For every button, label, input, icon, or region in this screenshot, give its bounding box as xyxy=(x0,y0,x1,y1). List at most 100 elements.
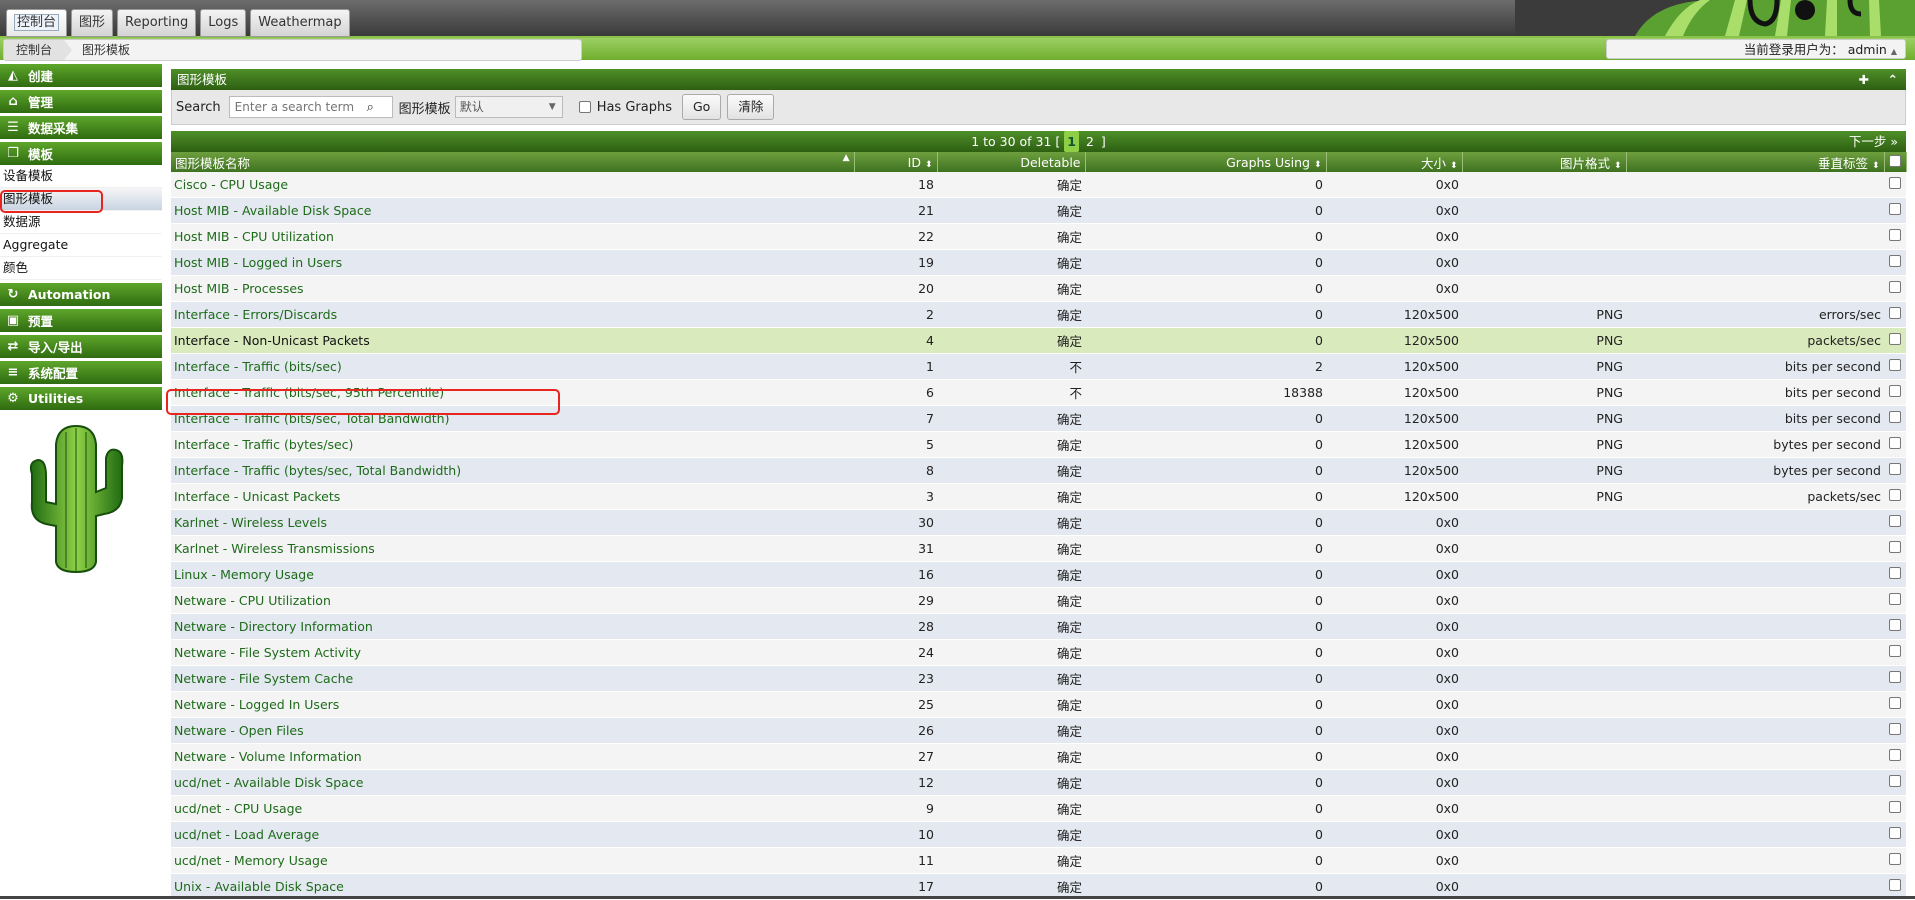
has-graphs-checkbox[interactable] xyxy=(578,101,591,113)
template-name-link[interactable]: Host MIB - Available Disk Space xyxy=(171,197,854,224)
row-select-checkbox[interactable] xyxy=(1884,561,1906,588)
tab-reporting[interactable]: Reporting xyxy=(117,9,197,37)
col-header-id[interactable]: ID ⬍ xyxy=(854,152,938,172)
checkbox-icon[interactable] xyxy=(1889,697,1901,709)
checkbox-icon[interactable] xyxy=(1889,411,1901,423)
table-row[interactable]: Interface - Traffic (bits/sec, 95th Perc… xyxy=(171,379,1906,406)
checkbox-icon[interactable] xyxy=(1889,541,1901,553)
add-icon[interactable]: ✚ xyxy=(1859,72,1869,87)
table-row[interactable]: Host MIB - Processes 20 确定 0 0x0 xyxy=(171,275,1906,302)
table-row[interactable]: Netware - CPU Utilization 29 确定 0 0x0 xyxy=(171,587,1906,614)
template-name-link[interactable]: Netware - Volume Information xyxy=(171,743,854,770)
sidebar-section-data-collection[interactable]: ☰ 数据采集 xyxy=(0,116,162,139)
sidebar-item-aggregate[interactable]: Aggregate xyxy=(0,234,162,257)
search-icon[interactable]: ⌕ xyxy=(367,100,374,115)
tab-weathermap[interactable]: Weathermap xyxy=(250,9,350,37)
table-row[interactable]: Interface - Traffic (bits/sec) 1 不 2 120x500… xyxy=(171,353,1906,380)
template-name-link[interactable]: Netware - Logged In Users xyxy=(171,691,854,718)
row-select-checkbox[interactable] xyxy=(1884,717,1906,744)
row-select-checkbox[interactable] xyxy=(1884,587,1906,614)
template-name-link[interactable]: ucd/net - Load Average xyxy=(171,821,854,848)
row-select-checkbox[interactable] xyxy=(1884,613,1906,640)
template-name-link[interactable]: Karlnet - Wireless Transmissions xyxy=(171,535,854,562)
table-row[interactable]: Netware - File System Activity 24 确定 0 0x0 xyxy=(171,639,1906,666)
row-select-checkbox[interactable] xyxy=(1884,431,1906,458)
checkbox-icon[interactable] xyxy=(1889,723,1901,735)
checkbox-icon[interactable] xyxy=(1889,333,1901,345)
table-row[interactable]: Host MIB - Logged in Users 19 确定 0 0x0 xyxy=(171,249,1906,276)
sidebar-section-templates[interactable]: ❐ 模板 xyxy=(0,142,162,165)
table-row[interactable]: Host MIB - Available Disk Space 21 确定 0 0x0 xyxy=(171,197,1906,224)
tab-graphs[interactable]: 图形 xyxy=(71,9,114,37)
table-row[interactable]: Cisco - CPU Usage 18 确定 0 0x0 xyxy=(171,172,1906,198)
table-row[interactable]: Netware - Open Files 26 确定 0 0x0 xyxy=(171,717,1906,744)
sidebar-section-automation[interactable]: ↻ Automation xyxy=(0,283,162,306)
row-select-checkbox[interactable] xyxy=(1884,509,1906,536)
page-2-link[interactable]: 2 xyxy=(1083,131,1097,152)
row-select-checkbox[interactable] xyxy=(1884,249,1906,276)
template-name-link[interactable]: ucd/net - Memory Usage xyxy=(171,847,854,874)
template-name-link[interactable]: Netware - CPU Utilization xyxy=(171,587,854,614)
sidebar-item-data-sources[interactable]: 数据源 xyxy=(0,211,162,234)
template-name-link[interactable]: ucd/net - CPU Usage xyxy=(171,795,854,822)
template-name-link[interactable]: Host MIB - Logged in Users xyxy=(171,249,854,276)
table-row[interactable]: Interface - Traffic (bytes/sec, Total Ba… xyxy=(171,457,1906,484)
select-all-checkbox[interactable] xyxy=(1884,152,1907,172)
checkbox-icon[interactable] xyxy=(1889,567,1901,579)
template-name-link[interactable]: Interface - Traffic (bytes/sec, Total Ba… xyxy=(171,457,854,484)
table-row[interactable]: Interface - Errors/Discards 2 确定 0 120x500 PN… xyxy=(171,301,1906,328)
breadcrumb-graph-templates[interactable]: 图形模板 xyxy=(70,40,142,60)
tab-console[interactable]: 控制台 xyxy=(6,9,68,37)
checkbox-icon[interactable] xyxy=(1889,281,1901,293)
sidebar-section-create[interactable]: ◭ 创建 xyxy=(0,64,162,87)
template-name-link[interactable]: Linux - Memory Usage xyxy=(171,561,854,588)
checkbox-icon[interactable] xyxy=(1889,671,1901,683)
row-select-checkbox[interactable] xyxy=(1884,821,1906,848)
sidebar-item-device-templates[interactable]: 设备模板 xyxy=(0,165,162,188)
checkbox-icon[interactable] xyxy=(1889,203,1901,215)
table-row[interactable]: Karlnet - Wireless Transmissions 31 确定 0 0x0 xyxy=(171,535,1906,562)
template-name-link[interactable]: ucd/net - Available Disk Space xyxy=(171,769,854,796)
checkbox-icon[interactable] xyxy=(1889,229,1901,241)
row-select-checkbox[interactable] xyxy=(1884,639,1906,666)
sidebar-section-manage[interactable]: ⌂ 管理 xyxy=(0,90,162,113)
row-select-checkbox[interactable] xyxy=(1884,327,1906,354)
sidebar-section-import-export[interactable]: ⇄ 导入/导出 xyxy=(0,335,162,358)
template-name-link[interactable]: Interface - Errors/Discards xyxy=(171,301,854,328)
row-select-checkbox[interactable] xyxy=(1884,535,1906,562)
col-header-name[interactable]: 图形模板名称 ▲ xyxy=(171,152,855,172)
table-row[interactable]: Netware - File System Cache 23 确定 0 0x0 xyxy=(171,665,1906,692)
table-row[interactable]: Linux - Memory Usage 16 确定 0 0x0 xyxy=(171,561,1906,588)
checkbox-icon[interactable] xyxy=(1889,775,1901,787)
template-name-link[interactable]: Interface - Unicast Packets xyxy=(171,483,854,510)
table-row[interactable]: Host MIB - CPU Utilization 22 确定 0 0x0 xyxy=(171,223,1906,250)
sidebar-item-colors[interactable]: 颜色 xyxy=(0,257,162,280)
checkbox-icon[interactable] xyxy=(1889,827,1901,839)
row-select-checkbox[interactable] xyxy=(1884,743,1906,770)
template-name-link[interactable]: Netware - Open Files xyxy=(171,717,854,744)
checkbox-icon[interactable] xyxy=(1889,307,1901,319)
search-input[interactable] xyxy=(229,99,367,115)
row-select-checkbox[interactable] xyxy=(1884,172,1906,198)
table-row[interactable]: Interface - Non-Unicast Packets 4 确定 0 120x5… xyxy=(171,327,1906,354)
template-name-link[interactable]: Netware - File System Cache xyxy=(171,665,854,692)
row-select-checkbox[interactable] xyxy=(1884,353,1906,380)
template-name-link[interactable]: Netware - File System Activity xyxy=(171,639,854,666)
template-name-link[interactable]: Host MIB - CPU Utilization xyxy=(171,223,854,250)
template-name-link[interactable]: Interface - Traffic (bytes/sec) xyxy=(171,431,854,458)
row-select-checkbox[interactable] xyxy=(1884,483,1906,510)
template-name-link[interactable]: Interface - Traffic (bits/sec) xyxy=(171,353,854,380)
tab-logs[interactable]: Logs xyxy=(200,9,247,37)
page-1-link[interactable]: 1 xyxy=(1064,131,1079,152)
table-row[interactable]: Interface - Traffic (bytes/sec) 5 确定 0 120x5… xyxy=(171,431,1906,458)
checkbox-icon[interactable] xyxy=(1889,801,1901,813)
template-select[interactable]: 默认 ▼ xyxy=(454,96,563,118)
checkbox-icon[interactable] xyxy=(1889,593,1901,605)
row-select-checkbox[interactable] xyxy=(1884,795,1906,822)
user-name[interactable]: admin xyxy=(1848,42,1887,57)
checkbox-icon[interactable] xyxy=(1889,177,1901,189)
table-row[interactable]: ucd/net - Available Disk Space 12 确定 0 0x0 xyxy=(171,769,1906,796)
table-row[interactable]: Karlnet - Wireless Levels 30 确定 0 0x0 xyxy=(171,509,1906,536)
template-name-link[interactable]: Interface - Traffic (bits/sec, 95th Perc… xyxy=(171,379,854,406)
sidebar-item-graph-templates[interactable]: 图形模板 xyxy=(0,188,162,211)
